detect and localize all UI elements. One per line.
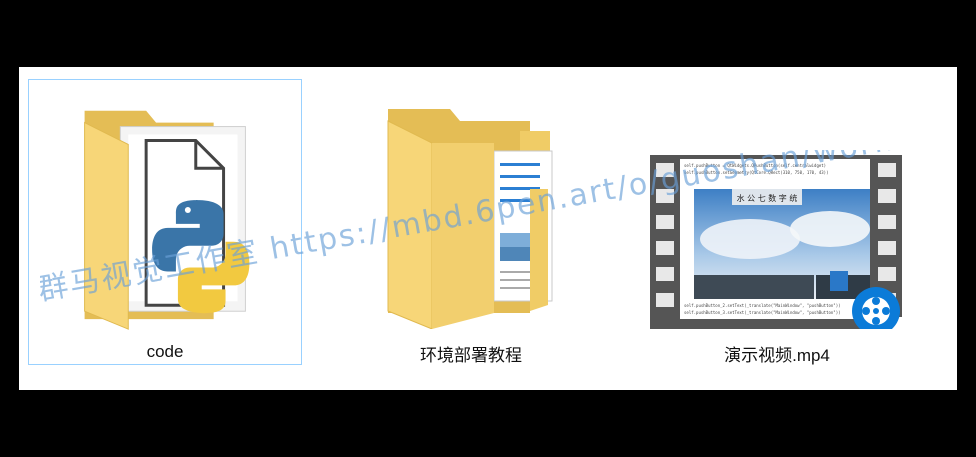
code-line: self.pushButton = QtWidgets.QPushButton(… — [684, 163, 826, 168]
code-line: self.pushButton_2.setText(_translate("Ma… — [684, 303, 841, 308]
file-name-deploy-tutorial: 环境部署教程 — [420, 346, 522, 365]
file-name-demo-video: 演示视频.mp4 — [724, 346, 830, 365]
document-folder-icon — [387, 109, 553, 329]
file-item-code[interactable]: code — [28, 79, 302, 365]
video-window-title: 水 公 七 数 字 统 — [737, 193, 798, 203]
code-line: self.pushButton.setGeometry(QtCore.QRect… — [684, 170, 829, 175]
file-explorer-view: code 环境部署教程 水 公 七 数 字 统 self.pushButton … — [19, 67, 957, 390]
file-item-deploy-tutorial[interactable]: 环境部署教程 — [334, 79, 608, 365]
file-name-code: code — [146, 342, 184, 361]
python-folder-icon — [84, 110, 250, 330]
file-item-demo-video[interactable]: 水 公 七 数 字 统 self.pushButton = QtWidgets.… — [640, 79, 914, 365]
code-line: self.pushButton_3.setText(_translate("Ma… — [684, 310, 841, 315]
video-thumbnail-icon: 水 公 七 数 字 统 self.pushButton = QtWidgets.… — [650, 155, 902, 329]
